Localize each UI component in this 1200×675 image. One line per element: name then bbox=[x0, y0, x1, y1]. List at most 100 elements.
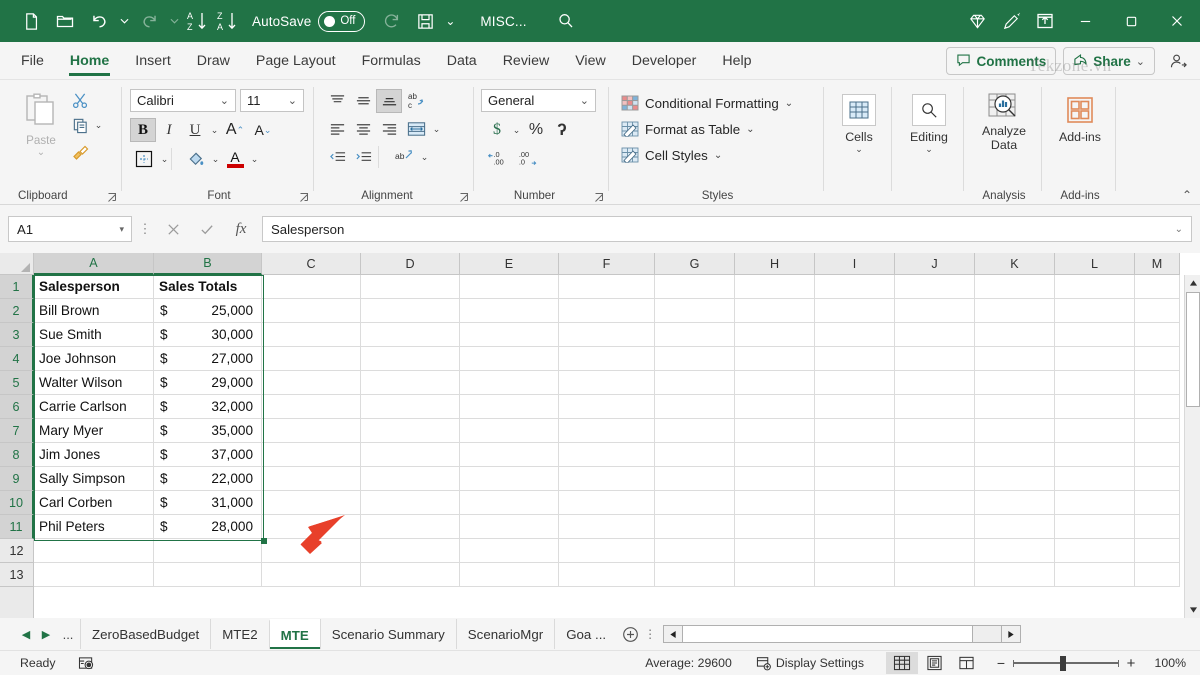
cell-i2[interactable] bbox=[815, 299, 895, 323]
minimize-button[interactable] bbox=[1062, 0, 1108, 42]
cell-g4[interactable] bbox=[655, 347, 735, 371]
font-name-combo[interactable]: Calibri ⌄ bbox=[130, 89, 236, 112]
cell-b7[interactable]: $ 35,000 bbox=[154, 419, 262, 443]
cell-i3[interactable] bbox=[815, 323, 895, 347]
cell-a8[interactable]: Jim Jones bbox=[34, 443, 154, 467]
search-icon[interactable] bbox=[549, 4, 583, 38]
formula-expand-caret[interactable]: ⌄ bbox=[1175, 224, 1191, 235]
confirm-check-icon[interactable] bbox=[192, 216, 222, 242]
cell-d9[interactable] bbox=[361, 467, 460, 491]
align-center-icon[interactable] bbox=[350, 117, 376, 141]
cell-i4[interactable] bbox=[815, 347, 895, 371]
cell-e2[interactable] bbox=[460, 299, 559, 323]
column-header-b[interactable]: B bbox=[154, 253, 262, 275]
accounting-caret[interactable]: ⌄ bbox=[510, 118, 523, 142]
cell-h7[interactable] bbox=[735, 419, 815, 443]
column-header-j[interactable]: J bbox=[895, 253, 975, 275]
cell-e1[interactable] bbox=[460, 275, 559, 299]
cell-f4[interactable] bbox=[559, 347, 655, 371]
cell-h11[interactable] bbox=[735, 515, 815, 539]
cell-g6[interactable] bbox=[655, 395, 735, 419]
scissors-icon[interactable] bbox=[68, 88, 92, 113]
cell-h4[interactable] bbox=[735, 347, 815, 371]
wrap-caret[interactable]: ⌄ bbox=[418, 145, 431, 169]
row-header-8[interactable]: 8 bbox=[0, 443, 34, 467]
zoom-slider[interactable] bbox=[1010, 652, 1122, 674]
cell-h2[interactable] bbox=[735, 299, 815, 323]
redo-icon[interactable] bbox=[132, 4, 166, 38]
fill-color-icon[interactable] bbox=[183, 146, 209, 172]
conditional-formatting-button[interactable]: Conditional Formatting ⌄ bbox=[621, 90, 793, 116]
cell-e6[interactable] bbox=[460, 395, 559, 419]
cell-e8[interactable] bbox=[460, 443, 559, 467]
present-icon[interactable] bbox=[1028, 4, 1062, 38]
increase-font-size-button[interactable]: A⌃ bbox=[221, 118, 249, 142]
horizontal-scroll-thumb[interactable] bbox=[683, 625, 973, 643]
fill-color-caret[interactable]: ⌄ bbox=[209, 147, 222, 171]
display-settings-icon[interactable] bbox=[756, 656, 772, 671]
cell-c12[interactable] bbox=[262, 539, 361, 563]
cell-c6[interactable] bbox=[262, 395, 361, 419]
fill-handle[interactable] bbox=[261, 538, 267, 544]
cell-f9[interactable] bbox=[559, 467, 655, 491]
cell-a4[interactable]: Joe Johnson bbox=[34, 347, 154, 371]
tab-review[interactable]: Review bbox=[490, 43, 563, 79]
cell-m1[interactable] bbox=[1135, 275, 1180, 299]
cell-j10[interactable] bbox=[895, 491, 975, 515]
cell-j5[interactable] bbox=[895, 371, 975, 395]
tab-developer[interactable]: Developer bbox=[619, 43, 710, 79]
cell-d2[interactable] bbox=[361, 299, 460, 323]
cell-f13[interactable] bbox=[559, 563, 655, 587]
align-bottom-icon[interactable] bbox=[376, 89, 402, 113]
row-header-10[interactable]: 10 bbox=[0, 491, 34, 515]
cell-d5[interactable] bbox=[361, 371, 460, 395]
sort-ascending-icon[interactable]: A Z bbox=[182, 4, 212, 38]
sheet-tab-goal[interactable]: Goa ... bbox=[554, 619, 617, 649]
cell-h12[interactable] bbox=[735, 539, 815, 563]
cell-m11[interactable] bbox=[1135, 515, 1180, 539]
column-header-a[interactable]: A bbox=[34, 253, 154, 275]
cell-e13[interactable] bbox=[460, 563, 559, 587]
column-header-h[interactable]: H bbox=[735, 253, 815, 275]
cell-h1[interactable] bbox=[735, 275, 815, 299]
sheet-nav-ellipsis[interactable]: ... bbox=[56, 619, 80, 649]
cell-a6[interactable]: Carrie Carlson bbox=[34, 395, 154, 419]
cell-m12[interactable] bbox=[1135, 539, 1180, 563]
cell-i11[interactable] bbox=[815, 515, 895, 539]
cell-m5[interactable] bbox=[1135, 371, 1180, 395]
cell-h6[interactable] bbox=[735, 395, 815, 419]
zoom-out-button[interactable]: − bbox=[992, 655, 1010, 671]
cell-f8[interactable] bbox=[559, 443, 655, 467]
cell-h8[interactable] bbox=[735, 443, 815, 467]
cell-d6[interactable] bbox=[361, 395, 460, 419]
cell-k8[interactable] bbox=[975, 443, 1055, 467]
sheet-tab-mte2[interactable]: MTE2 bbox=[210, 619, 268, 649]
row-header-4[interactable]: 4 bbox=[0, 347, 34, 371]
tab-formulas[interactable]: Formulas bbox=[349, 43, 434, 79]
page-break-view-icon[interactable] bbox=[950, 652, 982, 674]
cell-m3[interactable] bbox=[1135, 323, 1180, 347]
cell-i10[interactable] bbox=[815, 491, 895, 515]
cell-i12[interactable] bbox=[815, 539, 895, 563]
cell-f2[interactable] bbox=[559, 299, 655, 323]
collapse-ribbon-button[interactable]: ⌃ bbox=[1182, 188, 1192, 202]
cell-m7[interactable] bbox=[1135, 419, 1180, 443]
cell-a10[interactable]: Carl Corben bbox=[34, 491, 154, 515]
clipboard-dialog-launcher[interactable] bbox=[107, 190, 118, 201]
row-header-12[interactable]: 12 bbox=[0, 539, 34, 563]
column-header-k[interactable]: K bbox=[975, 253, 1055, 275]
cell-i9[interactable] bbox=[815, 467, 895, 491]
cell-f10[interactable] bbox=[559, 491, 655, 515]
copy-icon[interactable] bbox=[68, 113, 92, 138]
sheet-nav-prev[interactable]: ◀ bbox=[16, 619, 36, 649]
hscroll-right-button[interactable] bbox=[1001, 625, 1021, 643]
cell-f7[interactable] bbox=[559, 419, 655, 443]
cell-l6[interactable] bbox=[1055, 395, 1135, 419]
cell-h13[interactable] bbox=[735, 563, 815, 587]
cell-j9[interactable] bbox=[895, 467, 975, 491]
formula-input[interactable]: Salesperson ⌄ bbox=[262, 216, 1192, 242]
increase-decimal-icon[interactable]: .0.00 bbox=[484, 146, 514, 170]
redo-dropdown-caret[interactable] bbox=[166, 4, 182, 38]
cell-d4[interactable] bbox=[361, 347, 460, 371]
zoom-level-label[interactable]: 100% bbox=[1140, 656, 1186, 670]
